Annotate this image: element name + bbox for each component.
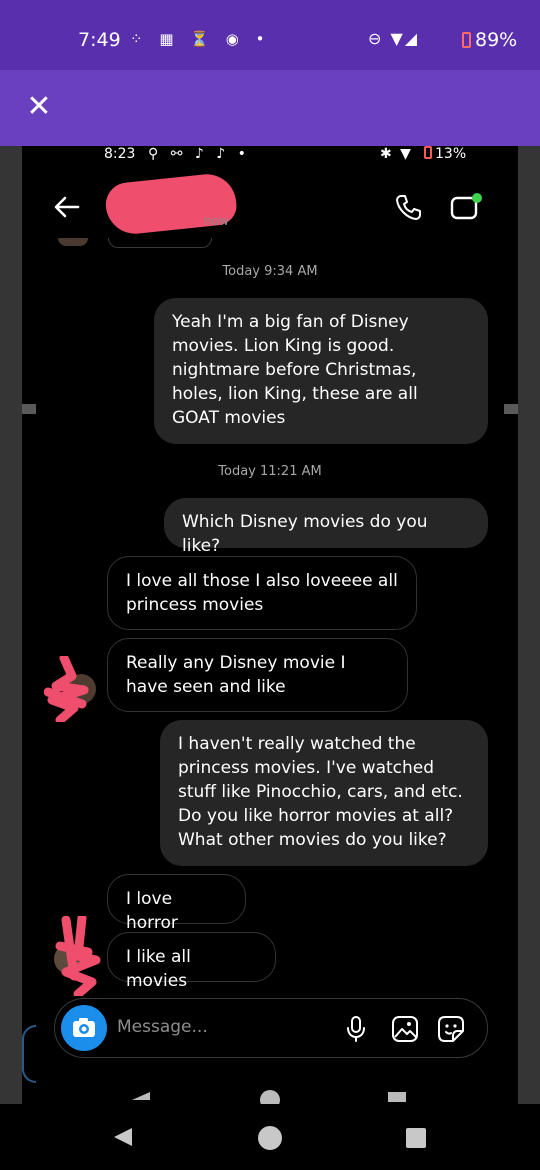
image-viewer-toolbar: ✕	[0, 70, 540, 146]
redaction-scribble	[52, 913, 110, 999]
frame-edge-tab	[504, 404, 518, 414]
left-backdrop	[0, 146, 22, 1104]
system-nav-bar	[0, 1104, 540, 1170]
nav-recents-icon[interactable]	[406, 1128, 426, 1148]
battery-icon	[462, 32, 471, 48]
message-bubble-incoming[interactable]: Really any Disney movie I have seen and …	[107, 638, 408, 712]
video-call-icon[interactable]	[450, 192, 484, 222]
phone-icon[interactable]	[394, 192, 424, 222]
message-composer[interactable]: Message...	[54, 998, 488, 1058]
battery-level: 89%	[462, 29, 517, 51]
inner-status-time: 8:23	[104, 146, 136, 162]
floating-bubble-edge[interactable]	[22, 1025, 36, 1083]
inner-battery-percent: 13%	[435, 146, 467, 162]
message-bubble-incoming[interactable]: I love horror	[107, 874, 246, 933]
message-bubble-outgoing[interactable]: I haven't really watched the princess mo…	[160, 720, 488, 866]
system-icons: ⊖ ▼◢	[368, 29, 420, 48]
close-button[interactable]: ✕	[24, 90, 54, 124]
camera-icon	[73, 1018, 95, 1037]
inner-battery: 13%	[424, 146, 466, 162]
previous-message-avatar	[58, 238, 88, 246]
microphone-icon[interactable]	[345, 1015, 367, 1043]
message-bubble-incoming[interactable]: I like all movies	[107, 932, 276, 991]
message-bubble-incoming[interactable]: I love all those I also loveeee all prin…	[107, 556, 417, 630]
inner-status-bar: 8:23 ⚲ ⚯ ♪ ♪ • ✱ ▼ 13%	[22, 146, 518, 166]
close-icon: ✕	[26, 89, 52, 124]
sticker-icon[interactable]	[437, 1015, 465, 1043]
message-bubble-outgoing[interactable]: Yeah I'm a big fan of Disney movies. Lio…	[154, 298, 488, 444]
inner-nav-bar	[22, 1072, 518, 1104]
frame-edge-tab	[22, 404, 36, 414]
outer-status-bar: 7:49 ⁘ ▦ ⏳ ◉ • ⊖ ▼◢ 89%	[0, 0, 540, 70]
nav-home-icon[interactable]	[258, 1126, 282, 1150]
timestamp: Today 11:21 AM	[218, 464, 322, 479]
screenshot-frame: 8:23 ⚲ ⚯ ♪ ♪ • ✱ ▼ 13% now Today 9:34 AM…	[22, 146, 518, 1104]
back-arrow-icon[interactable]	[52, 192, 84, 224]
message-input[interactable]: Message...	[117, 1017, 208, 1037]
camera-button[interactable]	[61, 1005, 107, 1051]
inner-notification-icons: ⚲ ⚯ ♪ ♪ •	[148, 146, 250, 162]
inner-battery-icon	[424, 146, 432, 159]
gallery-icon[interactable]	[391, 1015, 419, 1043]
previous-message-bubble	[108, 238, 212, 248]
redaction-scribble	[43, 653, 90, 725]
right-backdrop	[518, 146, 540, 1104]
inner-system-icons: ✱ ▼	[380, 146, 413, 162]
notification-icons: ⁘ ▦ ⏳ ◉ •	[130, 30, 271, 48]
battery-percent: 89%	[475, 29, 518, 51]
chat-header: now	[22, 171, 518, 244]
status-time: 7:49	[78, 29, 121, 51]
contact-active-status: now	[204, 214, 229, 228]
timestamp: Today 9:34 AM	[222, 264, 318, 279]
nav-back-icon[interactable]	[112, 1126, 134, 1148]
message-bubble-outgoing[interactable]: Which Disney movies do you like?	[164, 498, 488, 556]
